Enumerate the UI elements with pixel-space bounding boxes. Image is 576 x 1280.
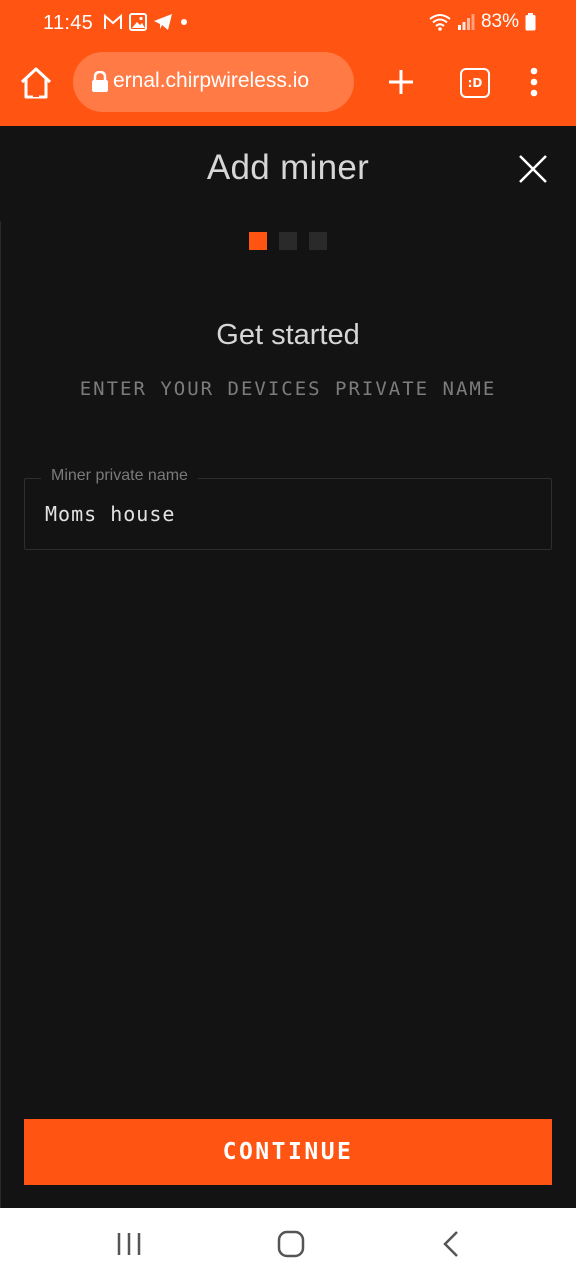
step-indicator — [249, 232, 327, 250]
notification-icons — [103, 13, 189, 31]
address-bar[interactable]: ernal.chirpwireless.io — [73, 52, 354, 112]
status-bar: 11:45 83% — [0, 0, 576, 50]
tabs-icon[interactable]: :D — [460, 68, 490, 98]
back-icon[interactable] — [441, 1230, 461, 1258]
recents-icon[interactable] — [116, 1230, 142, 1258]
subheading: ENTER YOUR DEVICES PRIVATE NAME — [79, 378, 497, 400]
home-icon[interactable] — [18, 65, 54, 101]
signal-icon — [457, 14, 475, 30]
browser-chrome: 11:45 83% ernal.chirpwireless.io:D — [0, 0, 576, 126]
gmail-icon — [104, 14, 122, 29]
dot-icon — [181, 19, 187, 25]
close-icon[interactable] — [516, 152, 550, 186]
step-1 — [249, 232, 267, 250]
lock-icon — [92, 71, 108, 92]
battery-icon — [525, 13, 536, 31]
android-nav-bar — [0, 1208, 576, 1280]
telegram-icon — [154, 14, 172, 30]
miner-name-input[interactable] — [25, 479, 551, 549]
plus-icon[interactable] — [385, 66, 417, 98]
step-2 — [279, 232, 297, 250]
more-vert-icon[interactable] — [525, 66, 543, 98]
url-text: ernal.chirpwireless.io — [113, 69, 310, 92]
home-circle-icon[interactable] — [277, 1230, 305, 1258]
gallery-icon — [129, 13, 147, 31]
wifi-icon — [429, 14, 451, 31]
dialog-title: Add miner — [206, 148, 370, 187]
browser-toolbar: ernal.chirpwireless.io :D — [0, 52, 576, 112]
divider — [0, 221, 1, 1208]
system-status: 83% — [429, 11, 536, 33]
miner-name-field: Miner private name — [24, 467, 552, 550]
status-time: 11:45 — [43, 12, 94, 34]
battery-percent: 83% — [480, 11, 519, 32]
add-miner-page: Add miner Get started ENTER YOUR DEVICES… — [0, 126, 576, 1208]
heading: Get started — [216, 319, 360, 351]
continue-button[interactable]: CONTINUE — [24, 1119, 552, 1185]
step-3 — [309, 232, 327, 250]
